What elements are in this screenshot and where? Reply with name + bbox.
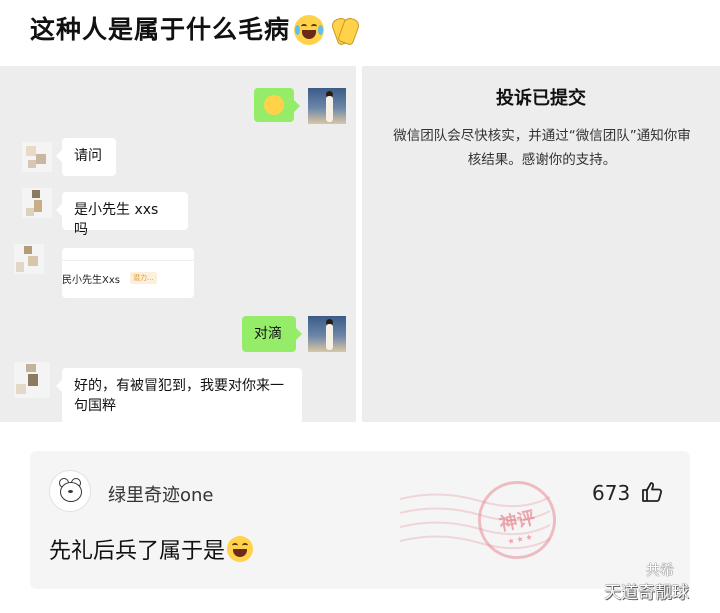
comment-text: 先礼后兵了属于是 <box>49 533 254 565</box>
card-text: 民小先生Xxs <box>62 275 120 286</box>
chat-bubble-self: 对滴 <box>242 316 302 352</box>
complaint-panel: 投诉已提交 微信团队会尽快核实，并通过“微信团队”通知你审核结果。感谢你的支持。 <box>362 66 720 422</box>
card-tag: 潜力... <box>130 272 157 284</box>
avatar-other <box>14 362 50 398</box>
post-title: 这种人是属于什么毛病 <box>30 12 361 48</box>
chat-bubble: 是小先生 xxs 吗 <box>56 192 188 238</box>
crying-laughing-emoji-icon <box>294 15 325 45</box>
commenter-username[interactable]: 绿里奇迹one <box>108 481 214 507</box>
complaint-body: 微信团队会尽快核实，并通过“微信团队”通知你审核结果。感谢你的支持。 <box>393 128 691 168</box>
avatar-other <box>22 188 52 218</box>
avatar-self <box>308 316 346 352</box>
comment-card: 神评 ★★★ 绿里奇迹one 673 先礼后兵了属于是 <box>30 451 690 589</box>
watermark-line1: 共希 <box>646 563 674 579</box>
chat-bubble-emoji <box>254 88 300 122</box>
shared-card[interactable]: 民小先生Xxs 潜力... <box>62 248 194 298</box>
emoji-icon <box>264 95 284 115</box>
chat-bubble: 请问 <box>56 138 116 176</box>
chat-screenshot: 请问 是小先生 xxs 吗 民小先生Xxs 潜力... 对滴 好的，有被冒犯到，… <box>0 66 356 424</box>
watermark-line2: 天道奇靓球 <box>604 583 689 603</box>
chat-bubble: 好的，有被冒犯到，我要对你来一句国粹 <box>56 368 302 424</box>
avatar-other <box>14 244 44 274</box>
laughing-emoji-icon <box>227 536 254 562</box>
avatar-self <box>308 88 346 124</box>
thumbs-up-icon[interactable] <box>640 480 664 504</box>
hands-emoji-icon <box>328 15 361 46</box>
comment-body: 先礼后兵了属于是 <box>49 539 226 564</box>
commenter-avatar[interactable] <box>49 470 91 512</box>
like-count: 673 <box>592 481 631 505</box>
title-text: 这种人是属于什么毛病 <box>30 15 291 44</box>
avatar-other <box>22 142 52 172</box>
complaint-title: 投诉已提交 <box>496 88 586 109</box>
top-comment-stamp: 神评 ★★★ <box>470 473 564 567</box>
